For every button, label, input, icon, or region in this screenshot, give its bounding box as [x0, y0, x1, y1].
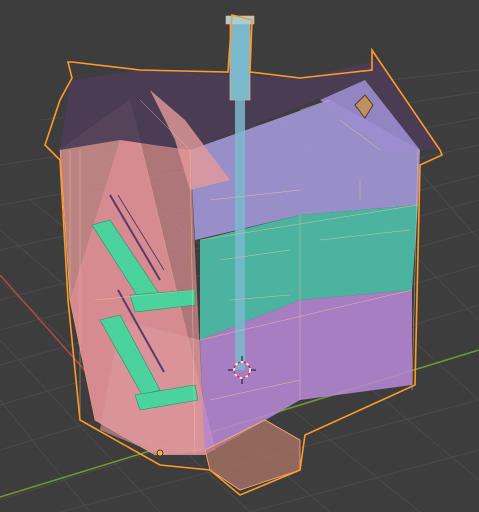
3d-viewport[interactable] — [0, 0, 479, 512]
viewport-canvas[interactable] — [0, 0, 479, 512]
chimney — [229, 19, 251, 101]
object-origin-dot[interactable] — [156, 449, 164, 457]
house-model[interactable] — [44, 13, 444, 496]
chimney-shaft — [235, 90, 245, 370]
